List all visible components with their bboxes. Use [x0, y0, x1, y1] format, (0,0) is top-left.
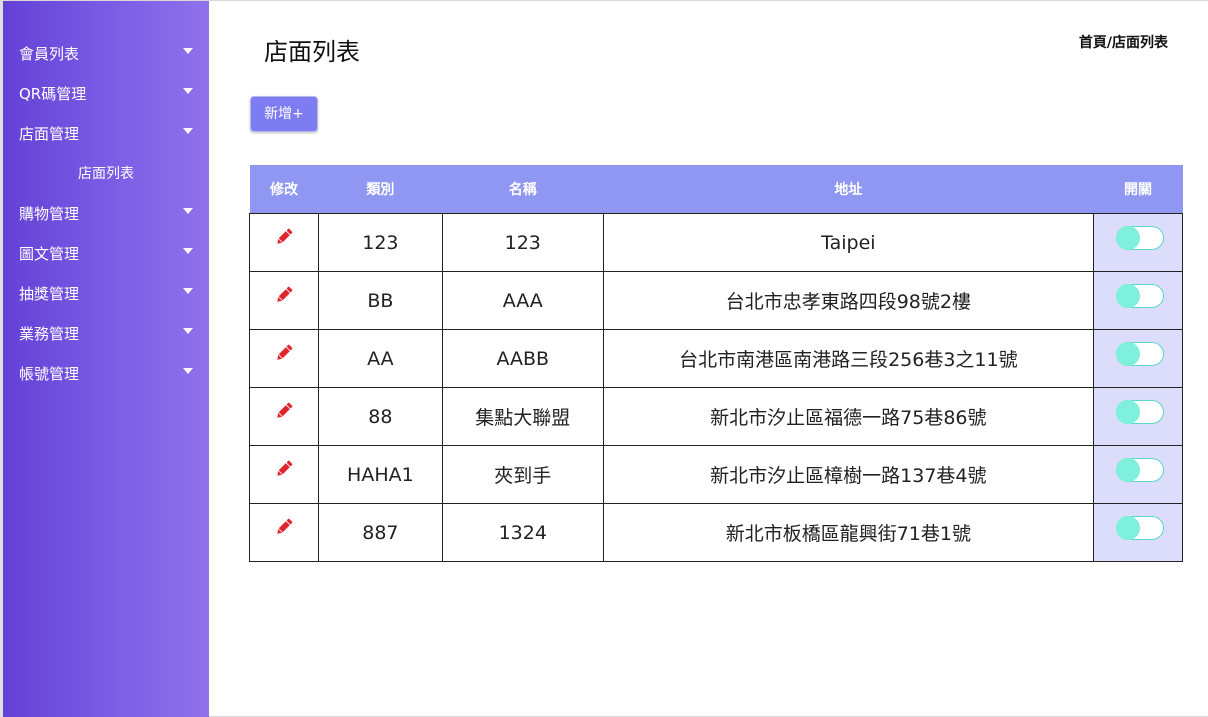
edit-cell — [249, 387, 319, 446]
edit-cell — [249, 329, 319, 388]
caret-down-icon — [183, 88, 193, 94]
breadcrumb: 首頁/店面列表 — [1079, 32, 1168, 52]
pencil-icon[interactable] — [274, 285, 294, 305]
status-toggle[interactable] — [1116, 458, 1164, 482]
sidebar-item-label: QR碼管理 — [19, 85, 87, 103]
category-cell: 123 — [317, 213, 443, 272]
switch-cell — [1093, 503, 1183, 562]
column-header-name: 名稱 — [442, 165, 604, 214]
sidebar-item-label: 圖文管理 — [19, 245, 80, 263]
breadcrumb-current: 店面列表 — [1112, 35, 1168, 51]
pencil-icon[interactable] — [274, 517, 294, 537]
sidebar-item-label: 帳號管理 — [19, 365, 80, 383]
status-toggle[interactable] — [1116, 342, 1164, 366]
column-header-edit: 修改 — [249, 165, 319, 214]
caret-down-icon — [183, 208, 193, 214]
column-header-category: 類別 — [318, 165, 443, 214]
address-cell: 台北市南港區南港路三段256巷3之11號 — [602, 329, 1095, 388]
pencil-icon[interactable] — [274, 227, 294, 247]
name-cell: AAA — [441, 271, 604, 330]
caret-down-icon — [183, 248, 193, 254]
breadcrumb-home-link[interactable]: 首頁 — [1079, 35, 1107, 51]
caret-down-icon — [183, 48, 193, 54]
name-cell: 夾到手 — [441, 445, 604, 504]
toggle-knob — [1116, 284, 1140, 308]
status-toggle[interactable] — [1116, 400, 1164, 424]
address-cell: 新北市汐止區福德一路75巷86號 — [602, 387, 1095, 446]
switch-cell — [1093, 387, 1183, 446]
name-cell: 集點大聯盟 — [441, 387, 604, 446]
sidebar-item-accounts[interactable]: 帳號管理 — [3, 353, 209, 393]
category-cell: BB — [317, 271, 443, 330]
table-row: BB AAA 台北市忠孝東路四段98號2樓 — [249, 271, 1183, 330]
edit-cell — [249, 503, 319, 562]
address-cell: Taipei — [602, 213, 1095, 272]
caret-down-icon — [183, 328, 193, 334]
name-cell: AABB — [441, 329, 604, 388]
table-row: 88 集點大聯盟 新北市汐止區福德一路75巷86號 — [249, 387, 1183, 446]
pencil-icon[interactable] — [274, 459, 294, 479]
page-title: 店面列表 — [264, 38, 360, 66]
category-cell: 88 — [317, 387, 443, 446]
edit-cell — [249, 271, 319, 330]
sidebar-item-members[interactable]: 會員列表 — [3, 33, 209, 73]
table-row: HAHA1 夾到手 新北市汐止區樟樹一路137巷4號 — [249, 445, 1183, 504]
store-table: 修改 類別 名稱 地址 開關 123 123 Taipei BB AAA 台北市忠孝東路四… — [249, 165, 1183, 562]
caret-down-icon — [183, 368, 193, 374]
column-header-switch: 開關 — [1093, 165, 1183, 214]
status-toggle[interactable] — [1116, 284, 1164, 308]
switch-cell — [1093, 271, 1183, 330]
toggle-knob — [1116, 226, 1140, 250]
sidebar-item-business[interactable]: 業務管理 — [3, 313, 209, 353]
address-cell: 新北市汐止區樟樹一路137巷4號 — [602, 445, 1095, 504]
sidebar-item-shopping[interactable]: 購物管理 — [3, 193, 209, 233]
sidebar: 會員列表 QR碼管理 店面管理 店面列表 購物管理 圖文管理 抽獎管理 業務管理… — [3, 1, 209, 717]
category-cell: AA — [317, 329, 443, 388]
pencil-icon[interactable] — [274, 343, 294, 363]
switch-cell — [1093, 445, 1183, 504]
sidebar-subitem-label: 店面列表 — [78, 166, 134, 182]
category-cell: HAHA1 — [317, 445, 443, 504]
toggle-knob — [1116, 458, 1140, 482]
status-toggle[interactable] — [1116, 516, 1164, 540]
add-button[interactable]: 新增+ — [250, 96, 318, 132]
sidebar-item-lottery[interactable]: 抽獎管理 — [3, 273, 209, 313]
caret-down-icon — [183, 288, 193, 294]
status-toggle[interactable] — [1116, 226, 1164, 250]
table-row: 123 123 Taipei — [249, 213, 1183, 272]
sidebar-item-label: 業務管理 — [19, 325, 80, 343]
column-header-address: 地址 — [603, 165, 1094, 214]
toggle-knob — [1116, 516, 1140, 540]
caret-down-icon — [183, 128, 193, 134]
name-cell: 123 — [441, 213, 604, 272]
pencil-icon[interactable] — [274, 401, 294, 421]
switch-cell — [1093, 213, 1183, 272]
switch-cell — [1093, 329, 1183, 388]
address-cell: 台北市忠孝東路四段98號2樓 — [602, 271, 1095, 330]
sidebar-item-label: 購物管理 — [19, 205, 80, 223]
sidebar-item-label: 會員列表 — [19, 45, 80, 63]
sidebar-item-qr[interactable]: QR碼管理 — [3, 73, 209, 113]
edit-cell — [249, 213, 319, 272]
sidebar-item-label: 抽獎管理 — [19, 285, 80, 303]
category-cell: 887 — [317, 503, 443, 562]
edit-cell — [249, 445, 319, 504]
table-row: 887 1324 新北市板橋區龍興街71巷1號 — [249, 503, 1183, 562]
address-cell: 新北市板橋區龍興街71巷1號 — [602, 503, 1095, 562]
name-cell: 1324 — [441, 503, 604, 562]
toggle-knob — [1116, 342, 1140, 366]
sidebar-item-label: 店面管理 — [19, 125, 80, 143]
sidebar-item-articles[interactable]: 圖文管理 — [3, 233, 209, 273]
toggle-knob — [1116, 400, 1140, 424]
sidebar-item-stores[interactable]: 店面管理 — [3, 113, 209, 153]
table-row: AA AABB 台北市南港區南港路三段256巷3之11號 — [249, 329, 1183, 388]
sidebar-subitem-store-list[interactable]: 店面列表 — [3, 153, 209, 193]
table-header-row: 修改 類別 名稱 地址 開關 — [249, 165, 1183, 214]
